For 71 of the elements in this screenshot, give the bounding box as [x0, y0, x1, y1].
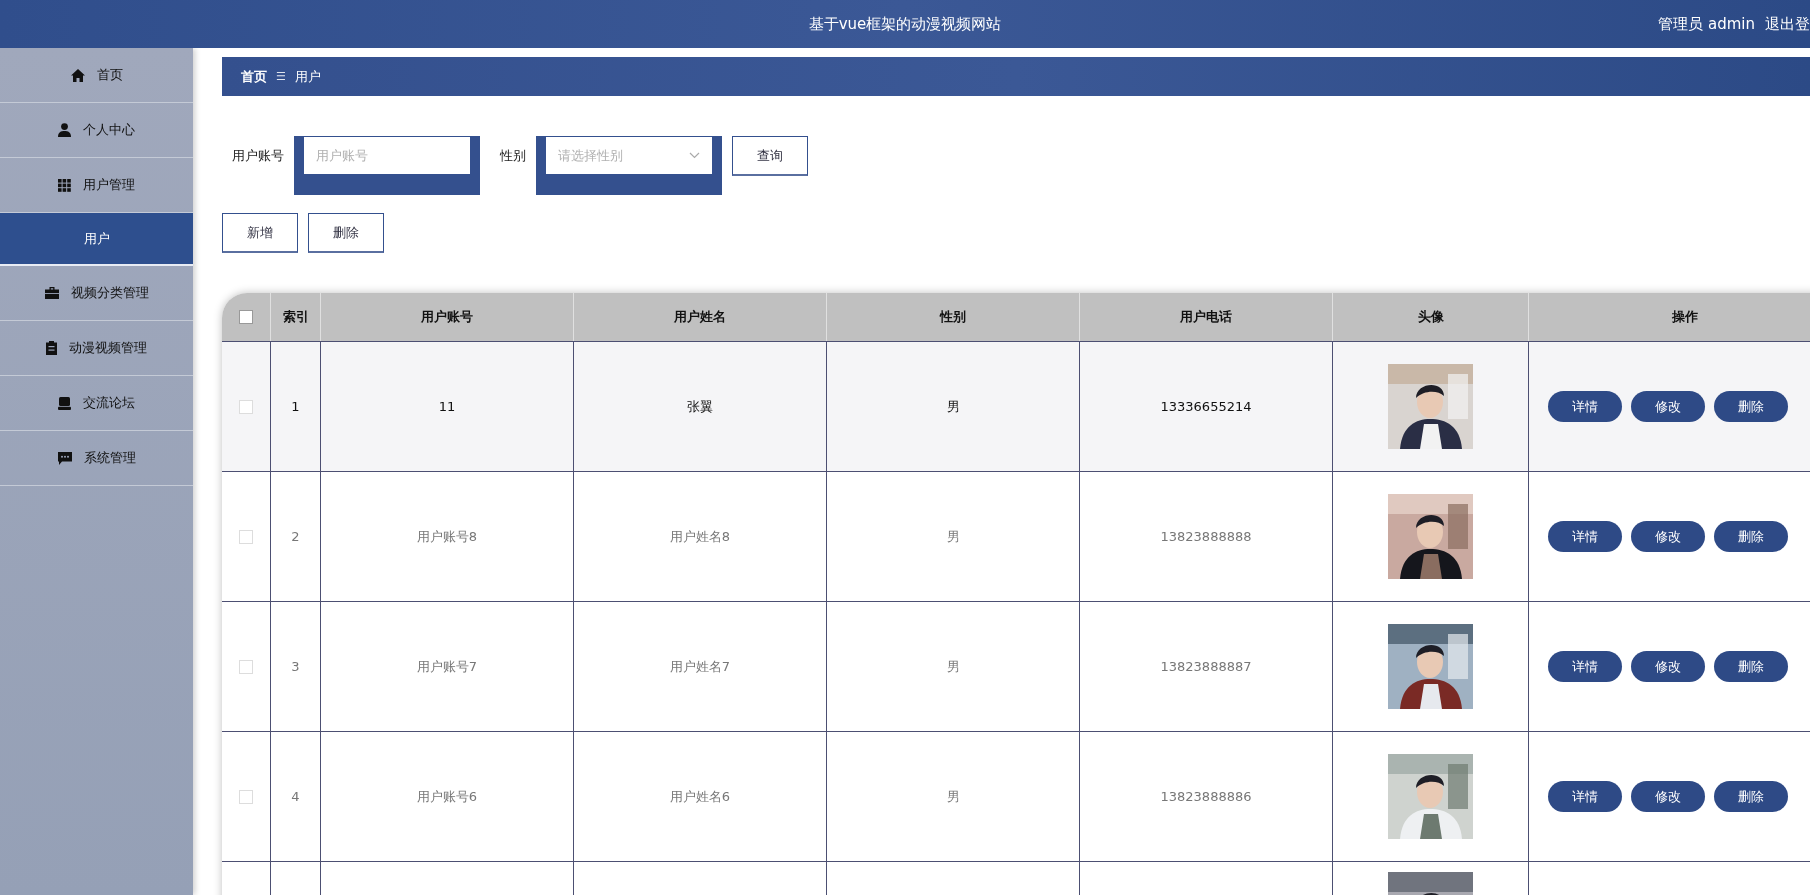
row-action-button[interactable]: 详情: [1548, 391, 1622, 422]
row-action-button[interactable]: 修改: [1631, 391, 1705, 422]
row-action-button[interactable]: 详情: [1548, 521, 1622, 552]
account-field[interactable]: 用户账号: [294, 136, 480, 195]
field-label: 性别: [500, 147, 526, 165]
table-cell: 用户姓名8: [669, 527, 731, 546]
table-cell: 13823888887: [1160, 659, 1252, 674]
logout-link[interactable]: 退出登: [1765, 14, 1810, 34]
table-cell: 男: [946, 527, 960, 546]
table-cell: 男: [946, 657, 960, 676]
row-action-button[interactable]: 详情: [1548, 651, 1622, 682]
table-cell: 13823888886: [1160, 789, 1252, 804]
row-action-button[interactable]: 删除: [1714, 781, 1788, 812]
sidebar-item[interactable]: 视频分类管理: [0, 266, 193, 321]
row-checkbox[interactable]: [239, 659, 253, 674]
briefcase-icon: [44, 287, 59, 299]
table-cell: 3: [291, 659, 300, 674]
table-cell: 用户账号8: [416, 527, 478, 546]
menu-label: 用户管理: [83, 176, 135, 194]
table-cell: 1: [291, 399, 300, 414]
select-all-checkbox[interactable]: [239, 310, 253, 324]
sidebar-item[interactable]: 动漫视频管理: [0, 321, 193, 376]
table-cell: 用户姓名7: [669, 657, 731, 676]
breadcrumb-link[interactable]: 首页: [241, 67, 267, 86]
menu-label: 动漫视频管理: [69, 339, 147, 357]
table-cell: 2: [291, 529, 300, 544]
row-action-button[interactable]: 删除: [1714, 651, 1788, 682]
menu-label: 首页: [96, 66, 123, 84]
site-title: 基于vue框架的动漫视频网站: [808, 14, 1002, 34]
clipboard-icon: [46, 341, 57, 355]
table-cell: 4: [291, 789, 300, 804]
menu-label: 视频分类管理: [70, 284, 149, 302]
table-cell: 张翼: [687, 397, 713, 416]
row-checkbox[interactable]: [239, 789, 253, 804]
sidebar-item[interactable]: 个人中心: [0, 103, 193, 158]
row-action-button[interactable]: 修改: [1631, 781, 1705, 812]
table-cell: 男: [946, 397, 960, 416]
sidebar-item[interactable]: 交流论坛: [0, 376, 193, 431]
row-action-button[interactable]: 删除: [1714, 391, 1788, 422]
sidebar-subitem[interactable]: 用户: [0, 213, 193, 266]
table-cell: 13336655214: [1160, 399, 1252, 414]
table-cell: 11: [438, 399, 456, 414]
query-button[interactable]: 查询: [732, 136, 808, 176]
sidebar-item[interactable]: 首页: [0, 48, 193, 103]
action-button[interactable]: 新增: [222, 213, 298, 253]
table-cell: 用户账号6: [416, 787, 478, 806]
separator-icon: ☰: [276, 70, 286, 83]
sidebar-item[interactable]: 系统管理: [0, 431, 193, 486]
admin-label: 管理员 admin: [1658, 14, 1755, 34]
field-label: 用户账号: [232, 147, 284, 165]
row-action-button[interactable]: 详情: [1548, 781, 1622, 812]
row-action-button[interactable]: 修改: [1631, 651, 1705, 682]
row-checkbox[interactable]: [239, 529, 253, 544]
row-action-button[interactable]: 修改: [1631, 521, 1705, 552]
grid-icon: [58, 178, 71, 192]
table-cell: 男: [946, 787, 960, 806]
row-action-button[interactable]: 删除: [1714, 521, 1788, 552]
menu-label: 系统管理: [83, 449, 136, 467]
breadcrumb-link[interactable]: 用户: [294, 67, 321, 86]
user-icon: [58, 123, 71, 137]
action-button[interactable]: 删除: [308, 213, 384, 253]
home-icon: [70, 68, 85, 82]
menu-label: 交流论坛: [83, 394, 135, 412]
table-cell: 13823888888: [1160, 529, 1252, 544]
table-cell: 用户账号7: [416, 657, 478, 676]
chat-icon: [57, 451, 72, 465]
inbox-icon: [58, 396, 71, 410]
row-checkbox[interactable]: [239, 399, 253, 414]
table-cell: 用户姓名6: [669, 787, 731, 806]
chevron-down-icon: [689, 152, 700, 159]
menu-label: 个人中心: [83, 121, 135, 139]
